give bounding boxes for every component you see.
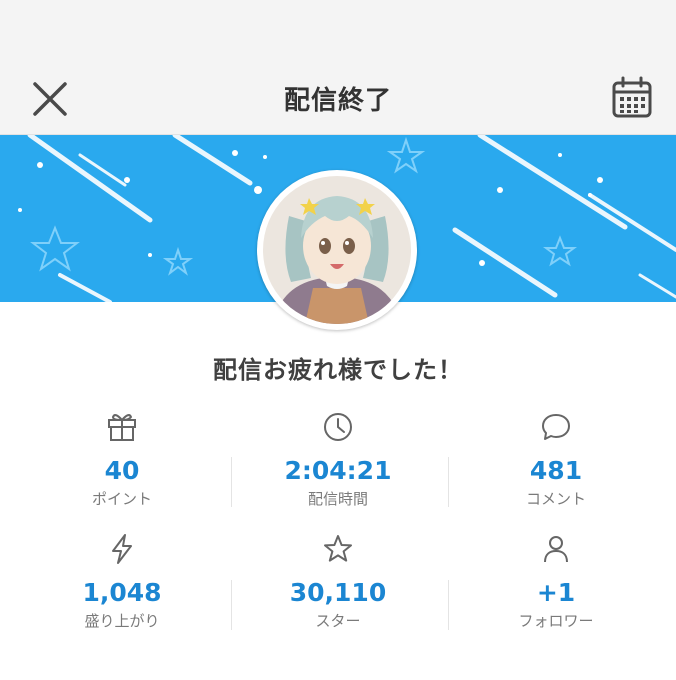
status-bar bbox=[0, 0, 676, 62]
gift-icon bbox=[108, 414, 136, 441]
stat-label: スター bbox=[315, 612, 361, 630]
avatar-frame bbox=[257, 170, 417, 330]
stat-excitement: 1,048 盛り上がり bbox=[22, 532, 222, 630]
stat-value: +1 bbox=[536, 578, 576, 607]
lightning-icon bbox=[112, 534, 132, 564]
stat-label: フォロワー bbox=[518, 612, 594, 630]
calendar-button[interactable] bbox=[608, 74, 656, 122]
header-bar: 配信終了 bbox=[0, 62, 676, 135]
stat-label: 盛り上がり bbox=[84, 612, 160, 630]
stat-value: 40 bbox=[104, 456, 140, 485]
calendar-icon bbox=[612, 76, 652, 118]
divider bbox=[231, 580, 232, 630]
stat-value: 1,048 bbox=[82, 578, 162, 607]
divider bbox=[448, 580, 449, 630]
stat-followers: +1 フォロワー bbox=[456, 532, 656, 630]
divider bbox=[231, 457, 232, 507]
stat-value: 2:04:21 bbox=[284, 456, 392, 485]
stat-stars: 30,110 スター bbox=[238, 532, 438, 630]
stat-label: コメント bbox=[525, 490, 586, 508]
avatar[interactable] bbox=[263, 176, 411, 324]
stat-duration: 2:04:21 配信時間 bbox=[238, 410, 438, 508]
divider bbox=[448, 457, 449, 507]
stat-label: 配信時間 bbox=[307, 490, 368, 508]
star-icon bbox=[324, 535, 352, 562]
person-icon bbox=[544, 536, 568, 563]
stat-label: ポイント bbox=[91, 490, 152, 508]
thank-you-message: 配信お疲れ様でした！ bbox=[213, 356, 463, 384]
stat-value: 30,110 bbox=[289, 578, 387, 607]
stat-points: 40 ポイント bbox=[22, 410, 222, 508]
stat-comments: 481 コメント bbox=[456, 410, 656, 508]
stat-value: 481 bbox=[529, 456, 583, 485]
page-title: 配信終了 bbox=[283, 86, 392, 116]
comment-bubble-icon bbox=[542, 414, 570, 440]
clock-icon bbox=[324, 413, 352, 441]
